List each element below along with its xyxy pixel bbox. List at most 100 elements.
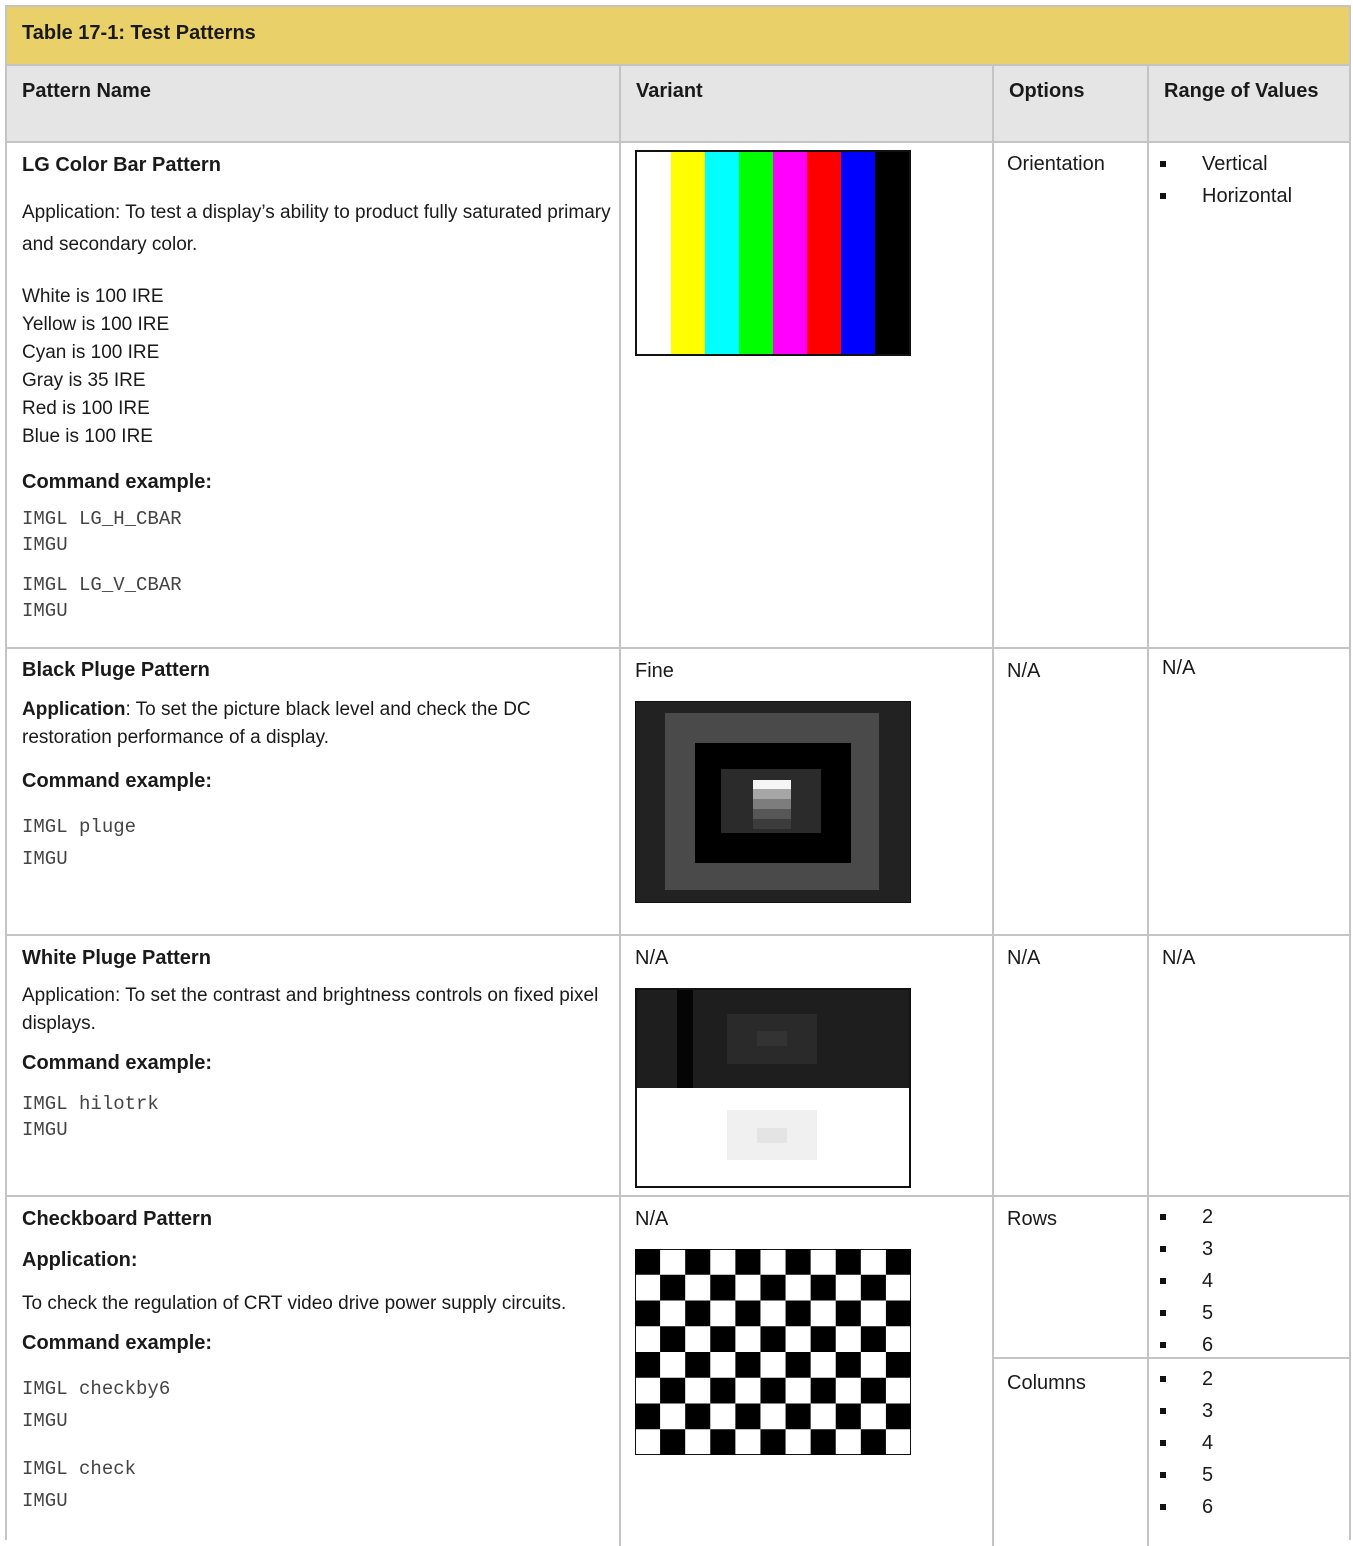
checker-square (735, 1300, 761, 1327)
option-rows: Rows (1007, 1208, 1058, 1230)
row-divider (7, 934, 1349, 936)
checker-square (785, 1249, 811, 1275)
checker-square (685, 1403, 711, 1430)
command-label: Command example: (22, 770, 213, 792)
checker-square (810, 1377, 836, 1404)
color-bar (739, 152, 773, 354)
command-line: IMGL pluge (22, 816, 137, 838)
checker-square (635, 1300, 661, 1327)
range-list: Vertical Horizontal (1150, 148, 1345, 212)
checker-square (885, 1403, 911, 1430)
checker-square (710, 1377, 736, 1404)
range-text: N/A (1162, 947, 1196, 969)
ire-levels: White is 100 IRE Yellow is 100 IRE Cyan … (22, 283, 612, 451)
checker-square (660, 1377, 686, 1404)
checker-square (835, 1300, 861, 1327)
command-label: Command example: (22, 471, 213, 493)
command-label: Command example: (22, 1332, 213, 1354)
variant-text: N/A (635, 1208, 669, 1230)
pattern-name: Black Pluge Pattern (22, 659, 210, 681)
option-text: N/A (1007, 660, 1041, 682)
range-item: 5 (1150, 1459, 1345, 1491)
color-bar (671, 152, 705, 354)
command-line: IMGL hilotrk (22, 1093, 159, 1115)
application-text: Application: To test a display’s ability… (22, 202, 611, 255)
command-line: IMGL LG_V_CBAR (22, 574, 182, 596)
command-block: IMGL LG_H_CBAR IMGU (22, 506, 612, 558)
level-text: Gray is 35 IRE (22, 370, 146, 391)
application-label: Application (22, 699, 126, 720)
checker-square (860, 1274, 886, 1301)
option-text: N/A (1007, 947, 1041, 969)
command-label: Command example: (22, 1052, 213, 1074)
color-bar (773, 152, 807, 354)
header-range: Range of Values (1164, 80, 1319, 102)
checker-square (785, 1300, 811, 1327)
range-list: 2 3 4 5 6 (1150, 1201, 1345, 1361)
checker-square (710, 1429, 736, 1455)
range-item: Vertical (1150, 148, 1345, 180)
checker-square (860, 1377, 886, 1404)
checker-square (860, 1326, 886, 1352)
application-label: Application: (22, 1249, 138, 1271)
range-item: 2 (1150, 1201, 1345, 1233)
header-pattern-name: Pattern Name (22, 80, 151, 102)
color-bar (841, 152, 875, 354)
command-line: IMGU (22, 534, 68, 556)
application-text: To check the regulation of CRT video dri… (22, 1293, 567, 1314)
table-title: Table 17-1: Test Patterns (7, 7, 1349, 66)
column-divider (992, 66, 994, 1546)
checker-square (760, 1326, 786, 1352)
level-text: Red is 100 IRE (22, 398, 150, 419)
checker-square (785, 1403, 811, 1430)
checker-square (685, 1352, 711, 1378)
command-block: IMGL pluge IMGU (22, 811, 612, 875)
black-pluge-pattern-image (634, 700, 912, 904)
level-text: White is 100 IRE (22, 286, 164, 307)
range-item: 4 (1150, 1265, 1345, 1297)
range-text: N/A (1162, 657, 1196, 679)
command-line: IMGL check (22, 1458, 137, 1480)
application-text: Application: To set the picture black le… (22, 696, 612, 752)
level-text: Blue is 100 IRE (22, 426, 153, 447)
range-item: 6 (1150, 1329, 1345, 1361)
range-item: Horizontal (1150, 180, 1345, 212)
column-divider (1147, 66, 1149, 1546)
command-line: IMGL checkby6 (22, 1378, 171, 1400)
color-bar (705, 152, 739, 354)
checker-square (835, 1403, 861, 1430)
checker-square (710, 1326, 736, 1352)
command-block: IMGL LG_V_CBAR IMGU (22, 572, 612, 624)
checker-square (635, 1403, 661, 1430)
option-orientation: Orientation (1007, 153, 1105, 175)
table-row: White Pluge Pattern Application: To set … (22, 947, 612, 1143)
checkerboard-pattern-image (634, 1248, 912, 1456)
checker-square (735, 1249, 761, 1275)
checker-square (660, 1429, 686, 1455)
color-bar-pattern-image (635, 150, 911, 356)
checker-square (660, 1274, 686, 1301)
command-line: IMGU (22, 848, 68, 870)
column-divider (619, 66, 621, 1546)
checker-square (635, 1249, 661, 1275)
checker-square (685, 1300, 711, 1327)
checker-square (710, 1274, 736, 1301)
checker-square (885, 1249, 911, 1275)
command-line: IMGU (22, 1490, 68, 1512)
pattern-name: White Pluge Pattern (22, 947, 211, 969)
level-text: Yellow is 100 IRE (22, 314, 170, 335)
color-bar (875, 152, 909, 354)
color-bar (807, 152, 841, 354)
variant-text: N/A (635, 947, 669, 969)
color-bar (637, 152, 671, 354)
row-divider (7, 647, 1349, 649)
checker-square (885, 1352, 911, 1378)
checker-square (635, 1352, 661, 1378)
pattern-name: Checkboard Pattern (22, 1208, 213, 1230)
option-columns: Columns (1007, 1372, 1086, 1394)
checker-square (760, 1274, 786, 1301)
table-row: Checkboard Pattern Application: To check… (22, 1208, 612, 1517)
checker-square (760, 1377, 786, 1404)
command-line: IMGU (22, 1119, 68, 1141)
checker-square (735, 1403, 761, 1430)
